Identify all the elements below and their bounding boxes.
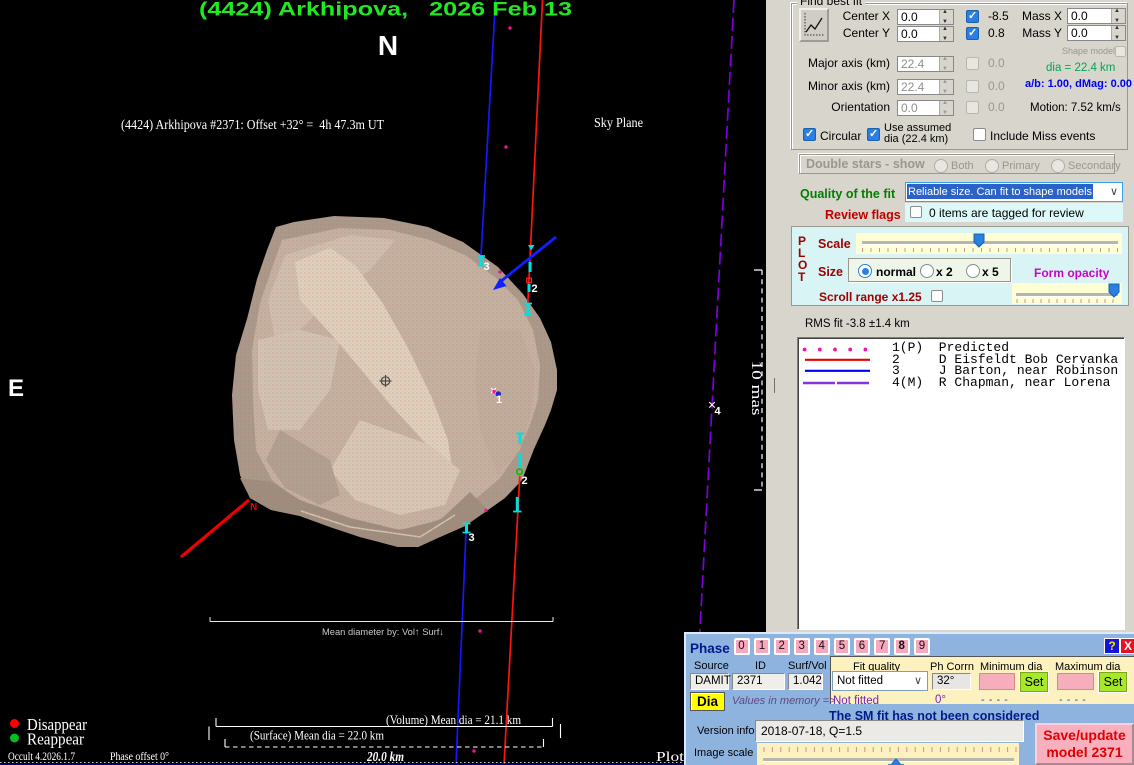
svg-text:1: 1 bbox=[496, 394, 502, 406]
svg-text:Occult 4.2026.1.7: Occult 4.2026.1.7 bbox=[8, 751, 75, 763]
svg-text:Phase offset 0°: Phase offset 0° bbox=[110, 751, 169, 763]
svg-text:Mean diameter by: Vol↑ Surf↓: Mean diameter by: Vol↑ Surf↓ bbox=[322, 627, 444, 638]
svg-text:E: E bbox=[8, 375, 24, 402]
svg-text:Sky Plane: Sky Plane bbox=[594, 115, 643, 130]
svg-text:(Surface) Mean dia = 22.0 km: (Surface) Mean dia = 22.0 km bbox=[250, 728, 384, 743]
svg-text:(Volume) Mean dia = 21.1 km: (Volume) Mean dia = 21.1 km bbox=[386, 712, 521, 727]
svg-text:N: N bbox=[378, 30, 398, 61]
svg-text:2: 2 bbox=[522, 475, 528, 487]
svg-text:Plot: Plot bbox=[656, 749, 684, 764]
svg-text:4: 4 bbox=[715, 406, 722, 418]
svg-text:(4424) Arkhipova, 2026 Feb 1: (4424) Arkhipova, 2026 Feb 13 bbox=[199, 0, 572, 21]
svg-text:N: N bbox=[250, 502, 257, 513]
svg-text:3: 3 bbox=[469, 532, 475, 544]
svg-text:2: 2 bbox=[532, 283, 538, 295]
svg-text:Reappear: Reappear bbox=[27, 730, 84, 749]
svg-text:3: 3 bbox=[484, 261, 490, 273]
svg-text:(4424) Arkhipova #2371: Offset: (4424) Arkhipova #2371: Offset +32° = 4h… bbox=[121, 117, 384, 132]
svg-text:10 mas: 10 mas bbox=[748, 361, 764, 416]
